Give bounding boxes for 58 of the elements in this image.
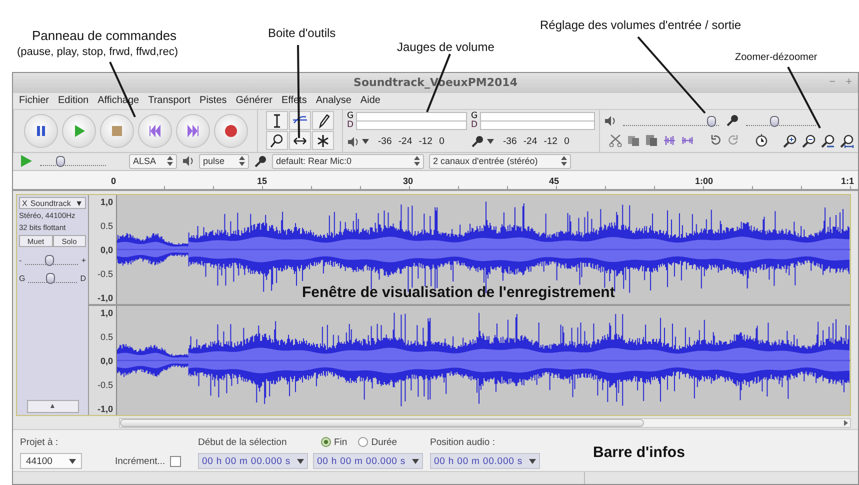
time-label: 1:00 (695, 176, 714, 186)
output-device-dropdown[interactable]: pulse (199, 154, 249, 169)
channel-label: D (347, 120, 354, 130)
time-field[interactable]: 00 h 00 m 00.000 s (198, 453, 308, 470)
menu-item[interactable]: Transport (148, 95, 191, 106)
channel-label: G (347, 112, 354, 121)
track-menu-button[interactable]: ▼ (75, 198, 83, 208)
radio-label[interactable]: Durée (371, 436, 398, 448)
input-channels-dropdown[interactable]: 2 canaux d'entrée (stéréo) (429, 154, 571, 169)
meter-scale: -36 -24 -12 0 (503, 136, 570, 148)
amplitude-label: 1,0 (100, 197, 113, 208)
slider-label: D (80, 274, 86, 283)
field-label: Position audio : (430, 436, 496, 448)
amplitude-label: 0.5 (100, 221, 113, 232)
time-label: 0 (111, 176, 116, 186)
time-label: 15 (257, 176, 268, 186)
annotation-label: Zoomer-dézoomer (735, 52, 818, 63)
time-field[interactable]: 00 h 00 m 00.000 s (430, 453, 540, 470)
field-label: Début de la sélection (198, 436, 288, 448)
channel-label: G (471, 112, 478, 121)
checkbox-label: Incrément... (115, 456, 166, 467)
audio-host-dropdown[interactable]: ALSA (129, 154, 177, 169)
input-device-dropdown[interactable]: default: Rear Mic:0 (272, 154, 424, 169)
annotation-label: Jauges de volume (397, 40, 494, 54)
time-label: 45 (549, 176, 560, 186)
time-field[interactable]: 00 h 00 m 00.000 s (313, 453, 423, 470)
close-button[interactable]: X (22, 198, 28, 208)
menu-item[interactable]: Générer (236, 95, 272, 106)
track-name-button[interactable]: Soundtrack (30, 198, 72, 208)
radio-label[interactable]: Fin (334, 436, 348, 448)
menu-item[interactable]: Edition (58, 95, 89, 106)
project-rate-dropdown[interactable]: 44100 (20, 453, 82, 470)
annotation-label: (pause, play, stop, frwd, ffwd,rec) (17, 46, 178, 58)
annotation-label: Réglage des volumes d'entrée / sortie (540, 18, 742, 32)
time-label: 1:1 (841, 176, 854, 186)
menu-item[interactable]: Pistes (200, 95, 227, 106)
meter-scale: -36 -24 -12 0 (378, 136, 444, 148)
amplitude-label: -0.5 (97, 269, 113, 280)
annotation-label: Boite d'outils (268, 26, 336, 40)
amplitude-label: 0,0 (100, 356, 113, 366)
slider-label: G (19, 274, 26, 283)
amplitude-label: 0,0 (100, 245, 113, 256)
amplitude-label: 1,0 (100, 308, 113, 318)
menu-item[interactable]: Analyse (316, 95, 352, 106)
annotation-label: Fenêtre de visualisation de l'enregistrement (302, 284, 615, 301)
annotation-label: Panneau de commandes (32, 28, 177, 43)
menu-item[interactable]: Aide (360, 95, 380, 106)
slider-label: + (81, 256, 86, 265)
amplitude-label: -1,0 (97, 404, 113, 414)
slider-label: - (19, 256, 22, 265)
annotation-label: Barre d'infos (593, 444, 685, 461)
channel-label: D (471, 120, 478, 130)
menu-item[interactable]: Fichier (19, 95, 50, 106)
field-label: Projet à : (20, 436, 60, 448)
amplitude-label: -0.5 (97, 380, 113, 390)
amplitude-label: -1,0 (97, 293, 113, 304)
amplitude-label: 0.5 (100, 332, 113, 342)
time-label: 30 (403, 176, 414, 186)
